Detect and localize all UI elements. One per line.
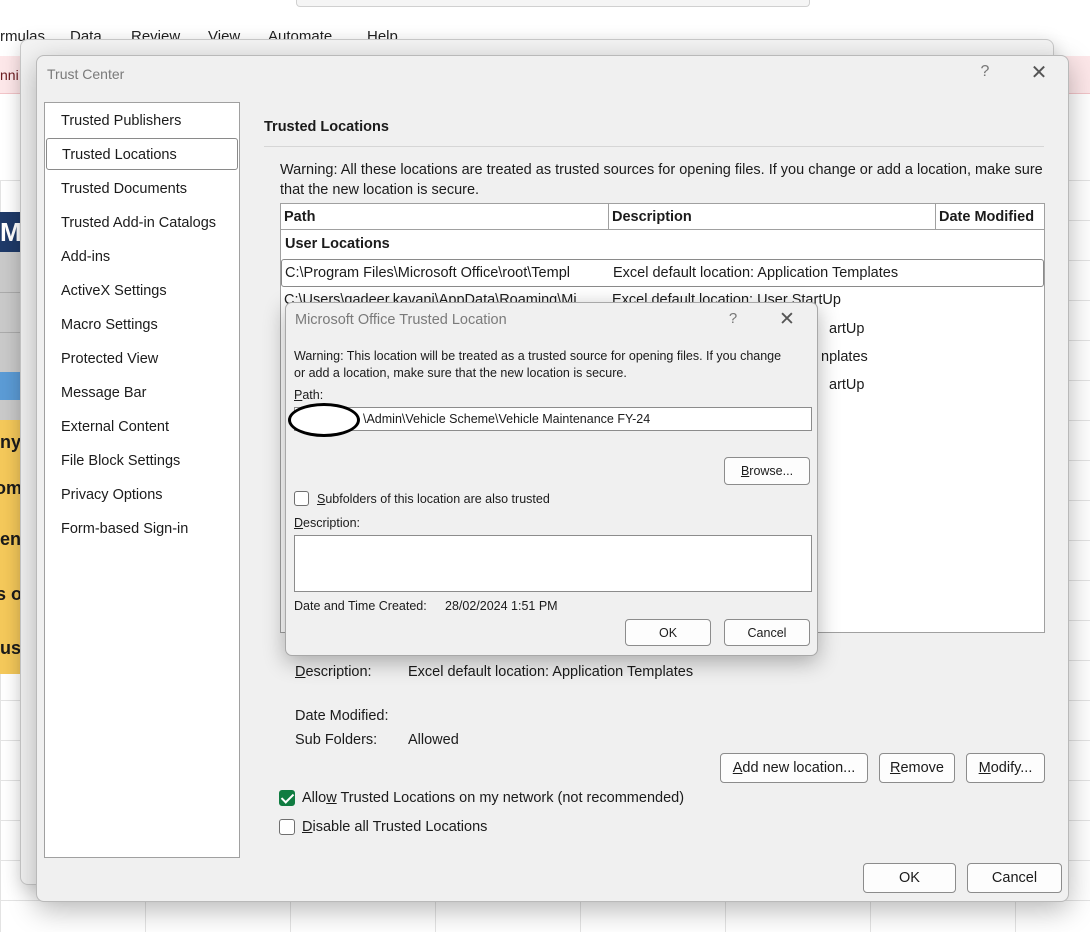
modify-button[interactable]: Modify... xyxy=(966,753,1045,783)
disable-all-checkbox[interactable] xyxy=(279,819,295,835)
nav-protected-view[interactable]: Protected View xyxy=(46,343,238,375)
dialog-cancel-button[interactable]: Cancel xyxy=(724,619,810,646)
row-description-fragment: artUp xyxy=(829,321,865,337)
nav-activex-settings[interactable]: ActiveX Settings xyxy=(46,275,238,307)
nav-privacy-options[interactable]: Privacy Options xyxy=(46,479,238,511)
help-icon[interactable]: ? xyxy=(975,63,995,83)
subfolders-checkbox[interactable] xyxy=(294,491,309,506)
detail-description-label: Description: xyxy=(295,664,372,680)
table-row[interactable]: C:\Program Files\Microsoft Office\root\T… xyxy=(281,259,1044,287)
detail-description-value: Excel default location: Application Temp… xyxy=(408,664,694,680)
remove-button[interactable]: Remove xyxy=(879,753,955,783)
detail-sub-folders-value: Allowed xyxy=(408,732,459,748)
cell-fragment: ny xyxy=(0,420,22,464)
redaction-ellipse xyxy=(288,403,360,437)
trust-center-title: Trust Center xyxy=(47,66,125,82)
column-header-description[interactable]: Description xyxy=(609,204,936,230)
subfolders-label: Subfolders of this location are also tru… xyxy=(317,492,550,506)
ok-button[interactable]: OK xyxy=(863,863,956,893)
allow-network-checkbox[interactable] xyxy=(279,790,295,806)
row-description-fragment: nplates xyxy=(821,349,868,365)
path-label: Path: xyxy=(294,388,324,402)
cell-gray xyxy=(0,292,22,332)
nav-form-based-sign-in[interactable]: Form-based Sign-in xyxy=(46,513,238,545)
heading-divider xyxy=(264,146,1044,147)
cell-gray xyxy=(0,252,22,292)
nav-trusted-locations[interactable]: Trusted Locations xyxy=(46,138,238,170)
cancel-button[interactable]: Cancel xyxy=(967,863,1062,893)
warning-text: Warning: All these locations are treated… xyxy=(280,162,1043,198)
date-created-label: Date and Time Created: xyxy=(294,599,427,613)
disable-all-label: Disable all Trusted Locations xyxy=(302,819,488,835)
help-icon[interactable]: ? xyxy=(724,310,742,327)
cell-gray xyxy=(0,400,22,420)
column-header-date-modified[interactable]: Date Modified xyxy=(936,204,1044,230)
section-heading: Trusted Locations xyxy=(264,119,389,135)
cell-fragment: us xyxy=(0,622,22,674)
trust-center-nav: Trusted Publishers Trusted Locations Tru… xyxy=(44,102,240,858)
detail-sub-folders-label: Sub Folders: xyxy=(295,732,378,748)
trusted-location-dialog: Microsoft Office Trusted Location ? ✕ Wa… xyxy=(285,302,818,656)
detail-date-modified-label: Date Modified: xyxy=(295,708,389,724)
row-description: Excel default location: Application Temp… xyxy=(613,265,899,281)
browse-button[interactable]: Browse... xyxy=(724,457,810,485)
date-created-value: 28/02/2024 1:51 PM xyxy=(445,599,558,613)
description-label: Description: xyxy=(294,516,361,530)
row-description-fragment: artUp xyxy=(829,377,865,393)
row-path: C:\Program Files\Microsoft Office\root\T… xyxy=(285,265,570,281)
group-label-user-locations: User Locations xyxy=(285,236,390,252)
nav-trusted-addin-catalogs[interactable]: Trusted Add-in Catalogs xyxy=(46,207,238,239)
dialog-warning-text: Warning: This location will be treated a… xyxy=(294,349,782,380)
close-icon[interactable]: ✕ xyxy=(776,308,798,331)
nav-trusted-publishers[interactable]: Trusted Publishers xyxy=(46,105,238,137)
column-header-path[interactable]: Path xyxy=(281,204,609,230)
cell-fragment: M xyxy=(0,212,22,252)
sheet-cells-left: M ny om en s o us xyxy=(0,212,22,674)
nav-file-block-settings[interactable]: File Block Settings xyxy=(46,445,238,477)
allow-network-label: Allow Trusted Locations on my network (n… xyxy=(302,790,685,806)
search-box[interactable] xyxy=(296,0,810,7)
nav-trusted-documents[interactable]: Trusted Documents xyxy=(46,173,238,205)
nav-external-content[interactable]: External Content xyxy=(46,411,238,443)
add-new-location-button[interactable]: Add new location... xyxy=(720,753,868,783)
dialog-ok-button[interactable]: OK xyxy=(625,619,711,646)
nav-message-bar[interactable]: Message Bar xyxy=(46,377,238,409)
cell-fragment: en xyxy=(0,512,22,566)
cell-fragment: s o xyxy=(0,566,22,622)
cell-gray xyxy=(0,332,22,372)
nav-macro-settings[interactable]: Macro Settings xyxy=(46,309,238,341)
nav-add-ins[interactable]: Add-ins xyxy=(46,241,238,273)
banner-text-fragment: nni xyxy=(0,67,19,83)
path-input[interactable]: \Admin\Vehicle Scheme\Vehicle Maintenanc… xyxy=(294,407,812,431)
dialog-title: Microsoft Office Trusted Location xyxy=(295,312,507,328)
cell-blue xyxy=(0,372,22,400)
cell-fragment: om xyxy=(0,464,22,512)
description-textarea[interactable] xyxy=(294,535,812,592)
close-icon[interactable]: ✕ xyxy=(1027,62,1051,86)
